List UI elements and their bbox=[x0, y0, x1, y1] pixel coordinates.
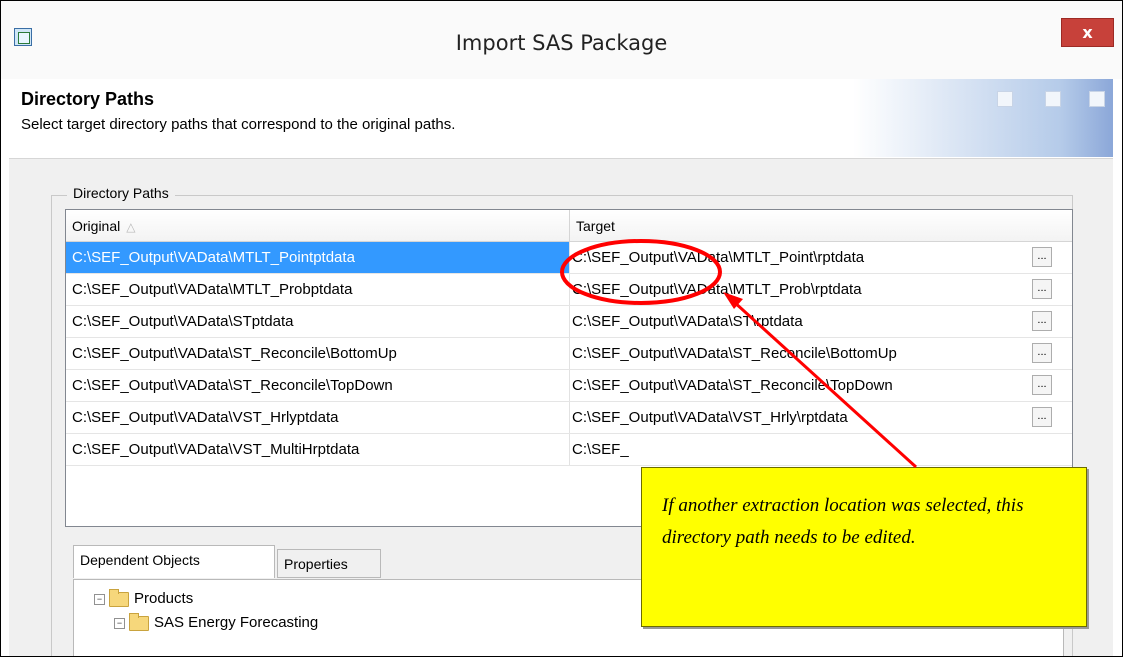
target-path-cell[interactable]: C:\SEF_Output\VAData\ST_Reconcile\Bottom… bbox=[570, 338, 1027, 369]
browse-button[interactable]: ... bbox=[1032, 311, 1052, 331]
table-row[interactable]: C:\SEF_Output\VAData\MTLT_Probptdata C:\… bbox=[66, 274, 1072, 306]
sort-ascending-icon: △ bbox=[126, 220, 136, 234]
original-path-cell[interactable]: C:\SEF_Output\VAData\STptdata bbox=[66, 306, 570, 337]
target-path-cell[interactable]: C:\SEF_ bbox=[570, 434, 1027, 465]
decorative-square-icon bbox=[997, 91, 1013, 107]
column-header-original[interactable]: Original △ bbox=[66, 210, 570, 242]
tab-dependent-objects[interactable]: Dependent Objects bbox=[73, 545, 275, 578]
target-path-cell[interactable]: C:\SEF_Output\VAData\ST\rptdata bbox=[570, 306, 1027, 337]
table-row[interactable]: C:\SEF_Output\VAData\STptdata C:\SEF_Out… bbox=[66, 306, 1072, 338]
original-path-cell[interactable]: C:\SEF_Output\VAData\ST_Reconcile\Bottom… bbox=[66, 338, 570, 369]
browse-button[interactable]: ... bbox=[1032, 343, 1052, 363]
table-row[interactable]: C:\SEF_Output\VAData\VST_Hrlyptdata C:\S… bbox=[66, 402, 1072, 434]
original-path-cell[interactable]: C:\SEF_Output\VAData\MTLT_Probptdata bbox=[66, 274, 570, 305]
callout-text: If another extraction location was selec… bbox=[662, 495, 1024, 548]
browse-button[interactable]: ... bbox=[1032, 279, 1052, 299]
original-path-cell[interactable]: C:\SEF_Output\VAData\ST_Reconcile\TopDow… bbox=[66, 370, 570, 401]
tree-node-label: Products bbox=[134, 590, 194, 607]
decorative-square-icon bbox=[1089, 91, 1105, 107]
original-path-cell[interactable]: C:\SEF_Output\VAData\MTLT_Pointptdata bbox=[66, 242, 570, 273]
browse-button[interactable]: ... bbox=[1032, 407, 1052, 427]
collapse-icon[interactable]: − bbox=[94, 593, 105, 605]
folder-icon bbox=[129, 612, 149, 631]
group-label: Directory Paths bbox=[67, 185, 175, 201]
target-path-cell[interactable]: C:\SEF_Output\VAData\MTLT_Prob\rptdata bbox=[570, 274, 1027, 305]
table-row[interactable]: C:\SEF_Output\VAData\ST_Reconcile\Bottom… bbox=[66, 338, 1072, 370]
tab-properties[interactable]: Properties bbox=[277, 549, 381, 578]
target-path-cell[interactable]: C:\SEF_Output\VAData\MTLT_Point\rptdata bbox=[570, 242, 1027, 273]
header-banner: Directory Paths Select target directory … bbox=[9, 79, 1113, 159]
collapse-icon[interactable]: − bbox=[114, 617, 125, 629]
import-sas-package-dialog: Import SAS Package x Directory Paths Sel… bbox=[0, 0, 1123, 657]
target-path-cell[interactable]: C:\SEF_Output\VAData\ST_Reconcile\TopDow… bbox=[570, 370, 1027, 401]
page-description: Select target directory paths that corre… bbox=[21, 116, 456, 133]
tree-node-label: SAS Energy Forecasting bbox=[154, 614, 319, 631]
tree-node-products[interactable]: − Products bbox=[94, 588, 193, 610]
close-button[interactable]: x bbox=[1061, 18, 1114, 47]
table-row[interactable]: C:\SEF_Output\VAData\VST_MultiHrptdata C… bbox=[66, 434, 1072, 466]
annotation-callout: If another extraction location was selec… bbox=[641, 467, 1087, 627]
table-row[interactable]: C:\SEF_Output\VAData\MTLT_Pointptdata C:… bbox=[66, 242, 1072, 274]
decorative-square-icon bbox=[1045, 91, 1061, 107]
original-path-cell[interactable]: C:\SEF_Output\VAData\VST_MultiHrptdata bbox=[66, 434, 570, 465]
target-path-cell[interactable]: C:\SEF_Output\VAData\VST_Hrly\rptdata bbox=[570, 402, 1027, 433]
original-path-cell[interactable]: C:\SEF_Output\VAData\VST_Hrlyptdata bbox=[66, 402, 570, 433]
folder-icon bbox=[109, 588, 129, 607]
table-row[interactable]: C:\SEF_Output\VAData\ST_Reconcile\TopDow… bbox=[66, 370, 1072, 402]
browse-button[interactable]: ... bbox=[1032, 375, 1052, 395]
tree-node-sas-energy-forecasting[interactable]: − SAS Energy Forecasting bbox=[114, 612, 318, 634]
column-header-target[interactable]: Target bbox=[570, 210, 1072, 242]
browse-button[interactable]: ... bbox=[1032, 247, 1052, 267]
title-bar: Import SAS Package x bbox=[1, 1, 1122, 79]
page-title: Directory Paths bbox=[21, 89, 155, 109]
window-title: Import SAS Package bbox=[455, 31, 668, 55]
column-header-original-label: Original bbox=[72, 218, 121, 234]
